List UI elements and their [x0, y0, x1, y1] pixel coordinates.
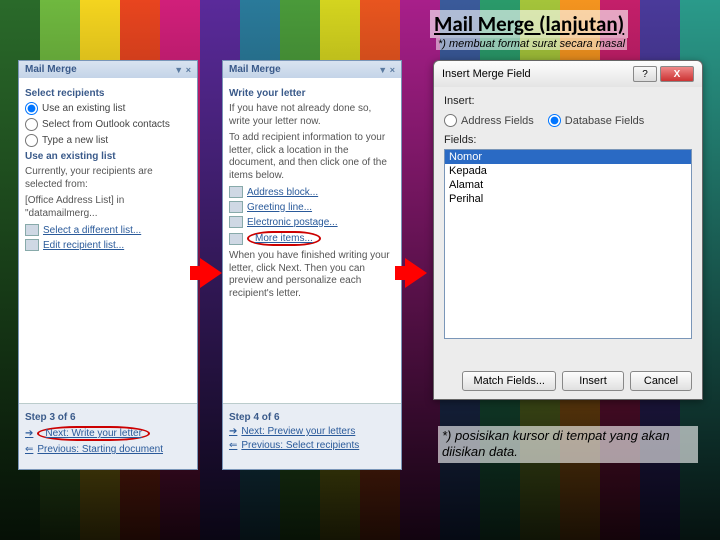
link-more-items[interactable]: More items... — [229, 231, 395, 246]
opt-label: Type a new list — [42, 135, 108, 146]
link-next-step[interactable]: ➔ Next: Write your letter — [25, 426, 191, 441]
fields-label: Fields: — [444, 134, 692, 146]
address-icon — [229, 186, 243, 198]
link-label: Next: Write your letter — [37, 426, 150, 441]
link-edit-recipients[interactable]: Edit recipient list... — [25, 239, 191, 251]
link-label: Electronic postage... — [247, 217, 338, 228]
dropdown-icon[interactable]: ▼ — [174, 65, 183, 75]
link-label: Previous: Starting document — [37, 444, 163, 455]
slide-title: Mail Merge (lanjutan) — [430, 10, 628, 38]
link-next-step[interactable]: ➔ Next: Preview your letters — [229, 426, 395, 437]
field-item[interactable]: Alamat — [445, 178, 691, 192]
link-label: Address block... — [247, 187, 318, 198]
link-label: Edit recipient list... — [43, 240, 124, 251]
opt-label: Database Fields — [565, 115, 645, 127]
mail-merge-pane-step3: Mail Merge ▼ × Select recipients Use an … — [18, 60, 198, 470]
arrow-icon — [405, 258, 427, 288]
link-label: Next: Preview your letters — [241, 426, 355, 437]
field-item[interactable]: Kepada — [445, 164, 691, 178]
link-greeting-line[interactable]: Greeting line... — [229, 201, 395, 213]
link-label: Select a different list... — [43, 225, 141, 236]
opt-outlook[interactable]: Select from Outlook contacts — [25, 118, 191, 131]
link-select-different[interactable]: Select a different list... — [25, 224, 191, 236]
match-fields-button[interactable]: Match Fields... — [462, 371, 556, 391]
link-electronic-postage[interactable]: Electronic postage... — [229, 216, 395, 228]
footer-note: *) posisikan kursor di tempat yang akan … — [438, 426, 698, 463]
opt-label: Address Fields — [461, 115, 534, 127]
desc-source: [Office Address List] in "datamailmerg..… — [25, 195, 191, 220]
link-prev-step[interactable]: ⇐ Previous: Starting document — [25, 444, 191, 455]
close-icon[interactable]: × — [186, 65, 191, 75]
pane-title: Mail Merge — [229, 64, 281, 75]
opt-database-fields[interactable]: Database Fields — [548, 114, 645, 127]
link-address-block[interactable]: Address block... — [229, 186, 395, 198]
pane-title: Mail Merge — [25, 64, 77, 75]
link-label: More items... — [247, 231, 321, 246]
dialog-title: Insert Merge Field — [442, 68, 531, 80]
desc-current: Currently, your recipients are selected … — [25, 166, 191, 191]
list-icon — [25, 224, 39, 236]
step-indicator: Step 4 of 6 — [229, 412, 395, 423]
opt-address-fields[interactable]: Address Fields — [444, 114, 534, 127]
opt-label: Use an existing list — [42, 103, 125, 114]
insert-button[interactable]: Insert — [562, 371, 624, 391]
opt-label: Select from Outlook contacts — [42, 119, 170, 130]
close-icon[interactable]: × — [390, 65, 395, 75]
dropdown-icon[interactable]: ▼ — [378, 65, 387, 75]
desc-write2: To add recipient information to your let… — [229, 132, 395, 182]
insert-label: Insert: — [444, 95, 692, 107]
more-icon — [229, 233, 243, 245]
fields-listbox[interactable]: Nomor Kepada Alamat Perihal — [444, 149, 692, 339]
section-write-letter: Write your letter — [229, 88, 395, 99]
field-item[interactable]: Perihal — [445, 192, 691, 206]
opt-existing-list[interactable]: Use an existing list — [25, 102, 191, 115]
edit-icon — [25, 239, 39, 251]
link-label: Greeting line... — [247, 202, 312, 213]
field-item[interactable]: Nomor — [445, 150, 691, 164]
opt-new-list[interactable]: Type a new list — [25, 134, 191, 147]
close-button[interactable]: X — [660, 66, 694, 82]
desc-write1: If you have not already done so, write y… — [229, 103, 395, 128]
section-use-existing: Use an existing list — [25, 151, 191, 162]
link-label: Previous: Select recipients — [241, 440, 359, 451]
desc-write3: When you have finished writing your lett… — [229, 250, 395, 300]
link-prev-step[interactable]: ⇐ Previous: Select recipients — [229, 440, 395, 451]
cancel-button[interactable]: Cancel — [630, 371, 692, 391]
insert-merge-field-dialog: Insert Merge Field ? X Insert: Address F… — [433, 60, 703, 400]
greeting-icon — [229, 201, 243, 213]
section-select-recipients: Select recipients — [25, 88, 191, 99]
mail-merge-pane-step4: Mail Merge ▼ × Write your letter If you … — [222, 60, 402, 470]
slide-subtitle: *) membuat format surat secara masal — [436, 38, 627, 50]
help-button[interactable]: ? — [633, 66, 657, 82]
arrow-icon — [200, 258, 222, 288]
step-indicator: Step 3 of 6 — [25, 412, 191, 423]
postage-icon — [229, 216, 243, 228]
